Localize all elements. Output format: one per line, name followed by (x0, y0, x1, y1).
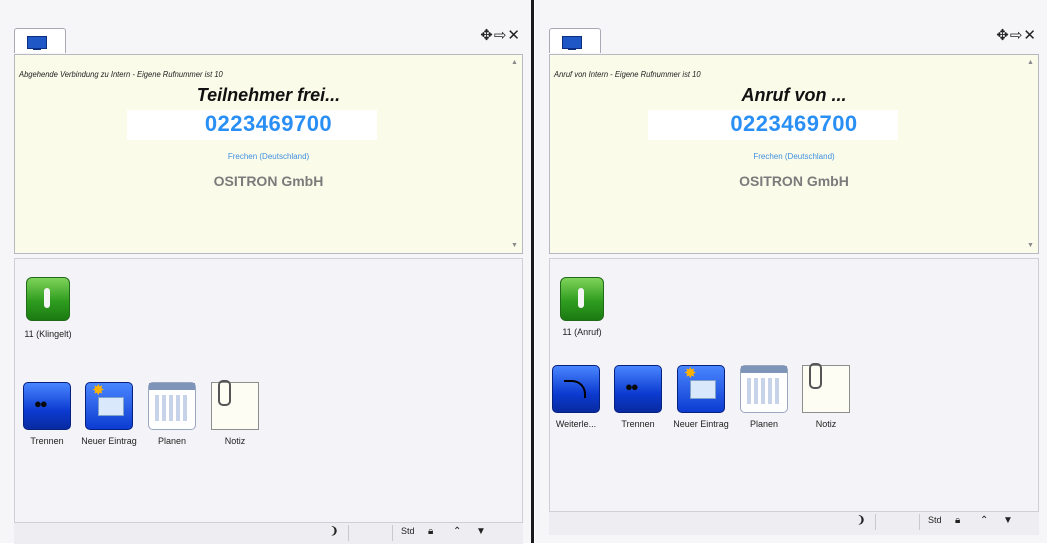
pin-icon[interactable]: ⇨ (494, 26, 508, 44)
double-chevron-up-icon[interactable]: ⌃ (453, 526, 461, 537)
location-label: Frechen (Deutschland) (753, 152, 835, 161)
phone-handset-icon[interactable] (26, 277, 70, 321)
close-icon[interactable]: ✕ (507, 26, 521, 44)
tab-call-screen[interactable] (549, 28, 601, 53)
double-chevron-up-icon[interactable]: ⌃ (980, 515, 988, 526)
disconnect-button[interactable]: Trennen (608, 365, 668, 430)
disconnect-button[interactable]: Trennen (17, 382, 77, 447)
call-info-panel: Abgehende Verbindung zu Intern - Eigene … (14, 54, 523, 254)
phone-number[interactable]: 0223469700 (15, 111, 522, 137)
move-icon[interactable]: ✥ (996, 26, 1010, 44)
phone-handset-icon[interactable] (560, 277, 604, 321)
dropdown-arrow-icon[interactable]: ▼ (476, 526, 486, 537)
dropdown-arrow-icon[interactable]: ▼ (1003, 515, 1013, 526)
disconnect-label: Trennen (30, 436, 64, 446)
plan-label: Planen (157, 436, 187, 446)
new-entry-icon (677, 365, 725, 413)
plan-button[interactable]: Planen (734, 365, 794, 430)
call-state: Teilnehmer frei... (196, 85, 341, 105)
note-label: Notiz (224, 436, 246, 446)
call-window-outgoing: ✥⇨✕ Abgehende Verbindung zu Intern - Eig… (0, 0, 531, 544)
new-entry-icon (85, 382, 133, 430)
location-label: Frechen (Deutschland) (227, 152, 310, 161)
disconnect-label: Trennen (621, 419, 655, 429)
tab-call-screen[interactable] (14, 28, 66, 53)
tab-strip: ✥⇨✕ (14, 22, 525, 54)
line-item[interactable]: 11 (Klingelt) (24, 277, 72, 340)
forward-label: Weiterle... (555, 419, 597, 429)
disconnect-icon (23, 382, 71, 430)
scroll-up-icon[interactable]: ▲ (1027, 59, 1034, 66)
new-entry-button[interactable]: Neuer Eintrag (79, 382, 139, 447)
scrollbar[interactable]: ▲ ▼ (508, 55, 522, 253)
line-label: 11 (Anruf) (562, 327, 602, 337)
window-controls: ✥⇨✕ (480, 26, 521, 44)
new-entry-label: Neuer Eintrag (81, 436, 137, 446)
new-entry-label: Neuer Eintrag (673, 419, 729, 429)
lock-icon[interactable]: 🔒︎ (955, 515, 960, 526)
tab-strip: ✥⇨✕ (549, 22, 1041, 54)
calendar-icon (740, 365, 788, 413)
actions-area: 11 (Anruf) Weiterle... Trennen Neuer Ein… (549, 258, 1039, 524)
screen-icon (562, 36, 582, 50)
company-name: OSITRON GmbH (739, 173, 849, 189)
calendar-icon (148, 382, 196, 430)
phone-number[interactable]: 0223469700 (550, 111, 1038, 137)
screen-icon (27, 36, 47, 50)
forward-button[interactable]: Weiterle... (546, 365, 606, 430)
line-label: 11 (Klingelt) (24, 329, 72, 339)
note-button[interactable]: Notiz (205, 380, 265, 447)
note-icon (802, 363, 850, 413)
window-divider (531, 0, 534, 543)
close-icon[interactable]: ✕ (1023, 26, 1037, 44)
company-name: OSITRON GmbH (213, 173, 324, 189)
scrollbar[interactable]: ▲ ▼ (1024, 55, 1038, 253)
call-window-incoming: ✥⇨✕ Anruf von Intern - Eigene Rufnummer … (535, 0, 1047, 543)
note-button[interactable]: Notiz (796, 363, 856, 430)
status-bar: ❩ Std 🔒︎ ⌃ ▼ (14, 522, 523, 544)
scroll-down-icon[interactable]: ▼ (511, 242, 518, 249)
call-state: Anruf von ... (741, 85, 847, 105)
hook-icon[interactable]: ❩ (857, 515, 865, 526)
connection-status: Abgehende Verbindung zu Intern - Eigene … (19, 70, 223, 79)
lock-icon[interactable]: 🔒︎ (428, 526, 433, 537)
mode-label[interactable]: Std (928, 515, 942, 525)
call-info-panel: Anruf von Intern - Eigene Rufnummer ist … (549, 54, 1039, 254)
note-icon (211, 380, 259, 430)
pin-icon[interactable]: ⇨ (1010, 26, 1024, 44)
line-item[interactable]: 11 (Anruf) (554, 277, 610, 337)
new-entry-button[interactable]: Neuer Eintrag (671, 365, 731, 430)
hook-icon[interactable]: ❩ (330, 526, 338, 537)
scroll-down-icon[interactable]: ▼ (1027, 242, 1034, 249)
plan-button[interactable]: Planen (142, 382, 202, 447)
forward-call-icon (552, 365, 600, 413)
mode-label[interactable]: Std (401, 526, 415, 536)
actions-area: 11 (Klingelt) Trennen Neuer Eintrag Plan… (14, 258, 523, 524)
scroll-up-icon[interactable]: ▲ (511, 59, 518, 66)
plan-label: Planen (749, 419, 779, 429)
move-icon[interactable]: ✥ (480, 26, 494, 44)
status-bar: ❩ Std 🔒︎ ⌃ ▼ (549, 511, 1039, 535)
note-label: Notiz (815, 419, 837, 429)
connection-status: Anruf von Intern - Eigene Rufnummer ist … (554, 70, 701, 79)
disconnect-icon (614, 365, 662, 413)
window-controls: ✥⇨✕ (996, 26, 1037, 44)
